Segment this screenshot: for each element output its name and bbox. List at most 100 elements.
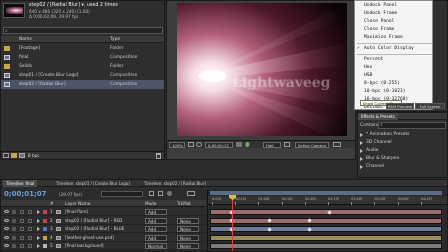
menu-item[interactable]: Percent: [355, 56, 434, 64]
name-column-header[interactable]: Name: [19, 37, 32, 42]
effects-category[interactable]: Channel: [358, 163, 447, 171]
layer-row[interactable]: 3 step02 / [Radial Blur] - BLUE Add None: [1, 225, 206, 233]
layer-row[interactable]: 1 [final-flare] Add: [1, 208, 206, 216]
magnification-dropdown[interactable]: 100%: [169, 142, 185, 148]
menu-item[interactable]: HSB: [355, 72, 434, 80]
time-ruler[interactable]: 0:00f 00:15f 01:00f 01:15f 02:00f 02:15f 03:00…: [208, 196, 447, 205]
camera-dropdown[interactable]: Active Camera: [295, 142, 329, 148]
tab-effects-presets[interactable]: Effects & Presets: [358, 113, 398, 120]
layer-row[interactable]: 2 step02 / [Radial Blur] - RED Add None: [1, 217, 206, 225]
tab-timeline-final[interactable]: Timeline: final: [3, 180, 38, 187]
audio-icon[interactable]: [12, 218, 16, 223]
expand-triangle-icon[interactable]: [37, 210, 40, 214]
mode-dropdown[interactable]: Add: [145, 234, 167, 241]
expand-triangle-icon[interactable]: [37, 218, 40, 223]
ram-preview-button[interactable]: RAM Preview: [386, 103, 414, 109]
lock-icon[interactable]: [28, 235, 32, 240]
project-item[interactable]: step01 / [Create Blur Logo] Composition: [1, 71, 164, 80]
expand-triangle-icon[interactable]: [37, 235, 40, 240]
menu-item[interactable]: Auto Color Display ✓: [355, 45, 434, 53]
new-folder-icon[interactable]: [11, 153, 17, 158]
expand-triangle-icon[interactable]: [37, 244, 40, 248]
trkmat-header[interactable]: TrkMat: [177, 201, 191, 206]
tab-timeline-step02[interactable]: Timeline: step02 / [Radial Blur]: [141, 180, 209, 187]
mode-dropdown[interactable]: Add: [145, 209, 167, 215]
menu-item[interactable]: 8-bpc (0-255): [355, 80, 434, 88]
project-item[interactable]: [Footage] Folder: [1, 44, 164, 53]
layer-name-header[interactable]: Layer Name: [65, 201, 90, 206]
effects-category[interactable]: 3D Channel: [358, 139, 447, 147]
mode-header[interactable]: Mode: [145, 201, 156, 206]
layer-duration-bar[interactable]: [210, 243, 442, 249]
visibility-eye-icon[interactable]: [4, 235, 9, 239]
menu-item[interactable]: Undock Frame: [355, 10, 434, 18]
audio-icon[interactable]: [12, 227, 16, 231]
mode-dropdown[interactable]: Add: [145, 217, 167, 224]
current-time-indicator[interactable]: [229, 195, 236, 251]
project-item[interactable]: step02 / [Radial Blur] Composition: [1, 80, 164, 89]
expand-triangle-icon[interactable]: [37, 227, 40, 231]
menu-item[interactable]: 10-bpc (0-1023): [355, 88, 434, 96]
effects-category[interactable]: Audio: [358, 147, 447, 155]
effects-category[interactable]: Blur & Sharpen: [358, 155, 447, 163]
trkmat-dropdown[interactable]: None: [177, 234, 199, 241]
menu-item[interactable]: Close Panel: [355, 18, 434, 26]
visibility-eye-icon[interactable]: [4, 244, 9, 247]
tab-timeline-step01[interactable]: Timeline: step01 / [Create Blur Logo]: [53, 180, 133, 187]
interpret-footage-icon[interactable]: [3, 153, 9, 158]
menu-item[interactable]: Hex: [355, 64, 434, 72]
menu-item[interactable]: Undock Panel: [355, 2, 434, 10]
menu-item[interactable]: Close Frame: [355, 26, 434, 34]
composition-canvas[interactable]: Lightwaveeg: [177, 3, 347, 136]
solo-icon[interactable]: [20, 244, 24, 248]
mode-dropdown[interactable]: Add: [145, 226, 167, 232]
label-color-swatch[interactable]: [43, 227, 47, 231]
bit-depth-label[interactable]: 8 bpc: [28, 153, 40, 158]
channel-icon[interactable]: [245, 142, 250, 147]
solo-icon[interactable]: [20, 227, 24, 231]
menu-item[interactable]: Maximize Frame: [355, 34, 434, 42]
visibility-eye-icon[interactable]: [4, 218, 9, 222]
layer-row[interactable]: 5 [final-background] Normal None: [1, 242, 206, 250]
type-column-header[interactable]: Type: [110, 37, 120, 42]
region-of-interest-icon[interactable]: [284, 142, 290, 147]
mode-dropdown[interactable]: Normal: [145, 243, 167, 249]
solo-icon[interactable]: [20, 210, 24, 214]
solo-icon[interactable]: [20, 218, 24, 223]
timeline-search-input[interactable]: [101, 191, 143, 197]
solo-icon[interactable]: [20, 235, 24, 240]
audio-icon[interactable]: [12, 244, 16, 248]
effects-search-input[interactable]: ⌕: [378, 122, 446, 129]
motion-blur-icon[interactable]: [167, 191, 172, 196]
work-area-bar[interactable]: [210, 191, 442, 195]
label-color-swatch[interactable]: [43, 210, 47, 214]
project-item[interactable]: final Composition: [1, 53, 164, 62]
project-item[interactable]: Solids Folder: [1, 62, 164, 71]
layer-duration-bar[interactable]: [210, 226, 442, 232]
trkmat-dropdown[interactable]: None: [177, 226, 199, 232]
label-color-swatch[interactable]: [43, 244, 47, 248]
full-screen-button[interactable]: Full Screen: [415, 103, 445, 109]
resolution-dropdown[interactable]: Half: [263, 142, 281, 148]
trkmat-dropdown[interactable]: None: [177, 243, 199, 249]
comp-flowchart-icon[interactable]: [149, 191, 154, 196]
search-field[interactable]: ⌕: [3, 27, 163, 34]
layer-row[interactable]: 4 [leather-ghost-use.psd] Add None: [1, 234, 206, 242]
new-composition-icon[interactable]: [19, 153, 25, 158]
draft-3d-icon[interactable]: [158, 191, 163, 196]
effects-category[interactable]: * Animation Presets: [358, 131, 447, 139]
lock-icon[interactable]: [28, 210, 32, 214]
layer-duration-bar[interactable]: [210, 234, 442, 241]
trkmat-dropdown[interactable]: None: [177, 217, 199, 224]
lock-icon[interactable]: [28, 218, 32, 223]
audio-icon[interactable]: [12, 235, 16, 240]
visibility-eye-icon[interactable]: [4, 227, 9, 230]
lock-icon[interactable]: [28, 244, 32, 248]
layer-duration-bar[interactable]: [210, 217, 442, 224]
lock-icon[interactable]: [28, 227, 32, 231]
view-layout-icon[interactable]: [333, 142, 341, 147]
snapshot-icon[interactable]: [236, 142, 242, 147]
current-time-display[interactable]: 0;00;00;12: [205, 142, 233, 148]
audio-icon[interactable]: [12, 210, 16, 214]
graph-editor-icon[interactable]: [187, 191, 195, 196]
